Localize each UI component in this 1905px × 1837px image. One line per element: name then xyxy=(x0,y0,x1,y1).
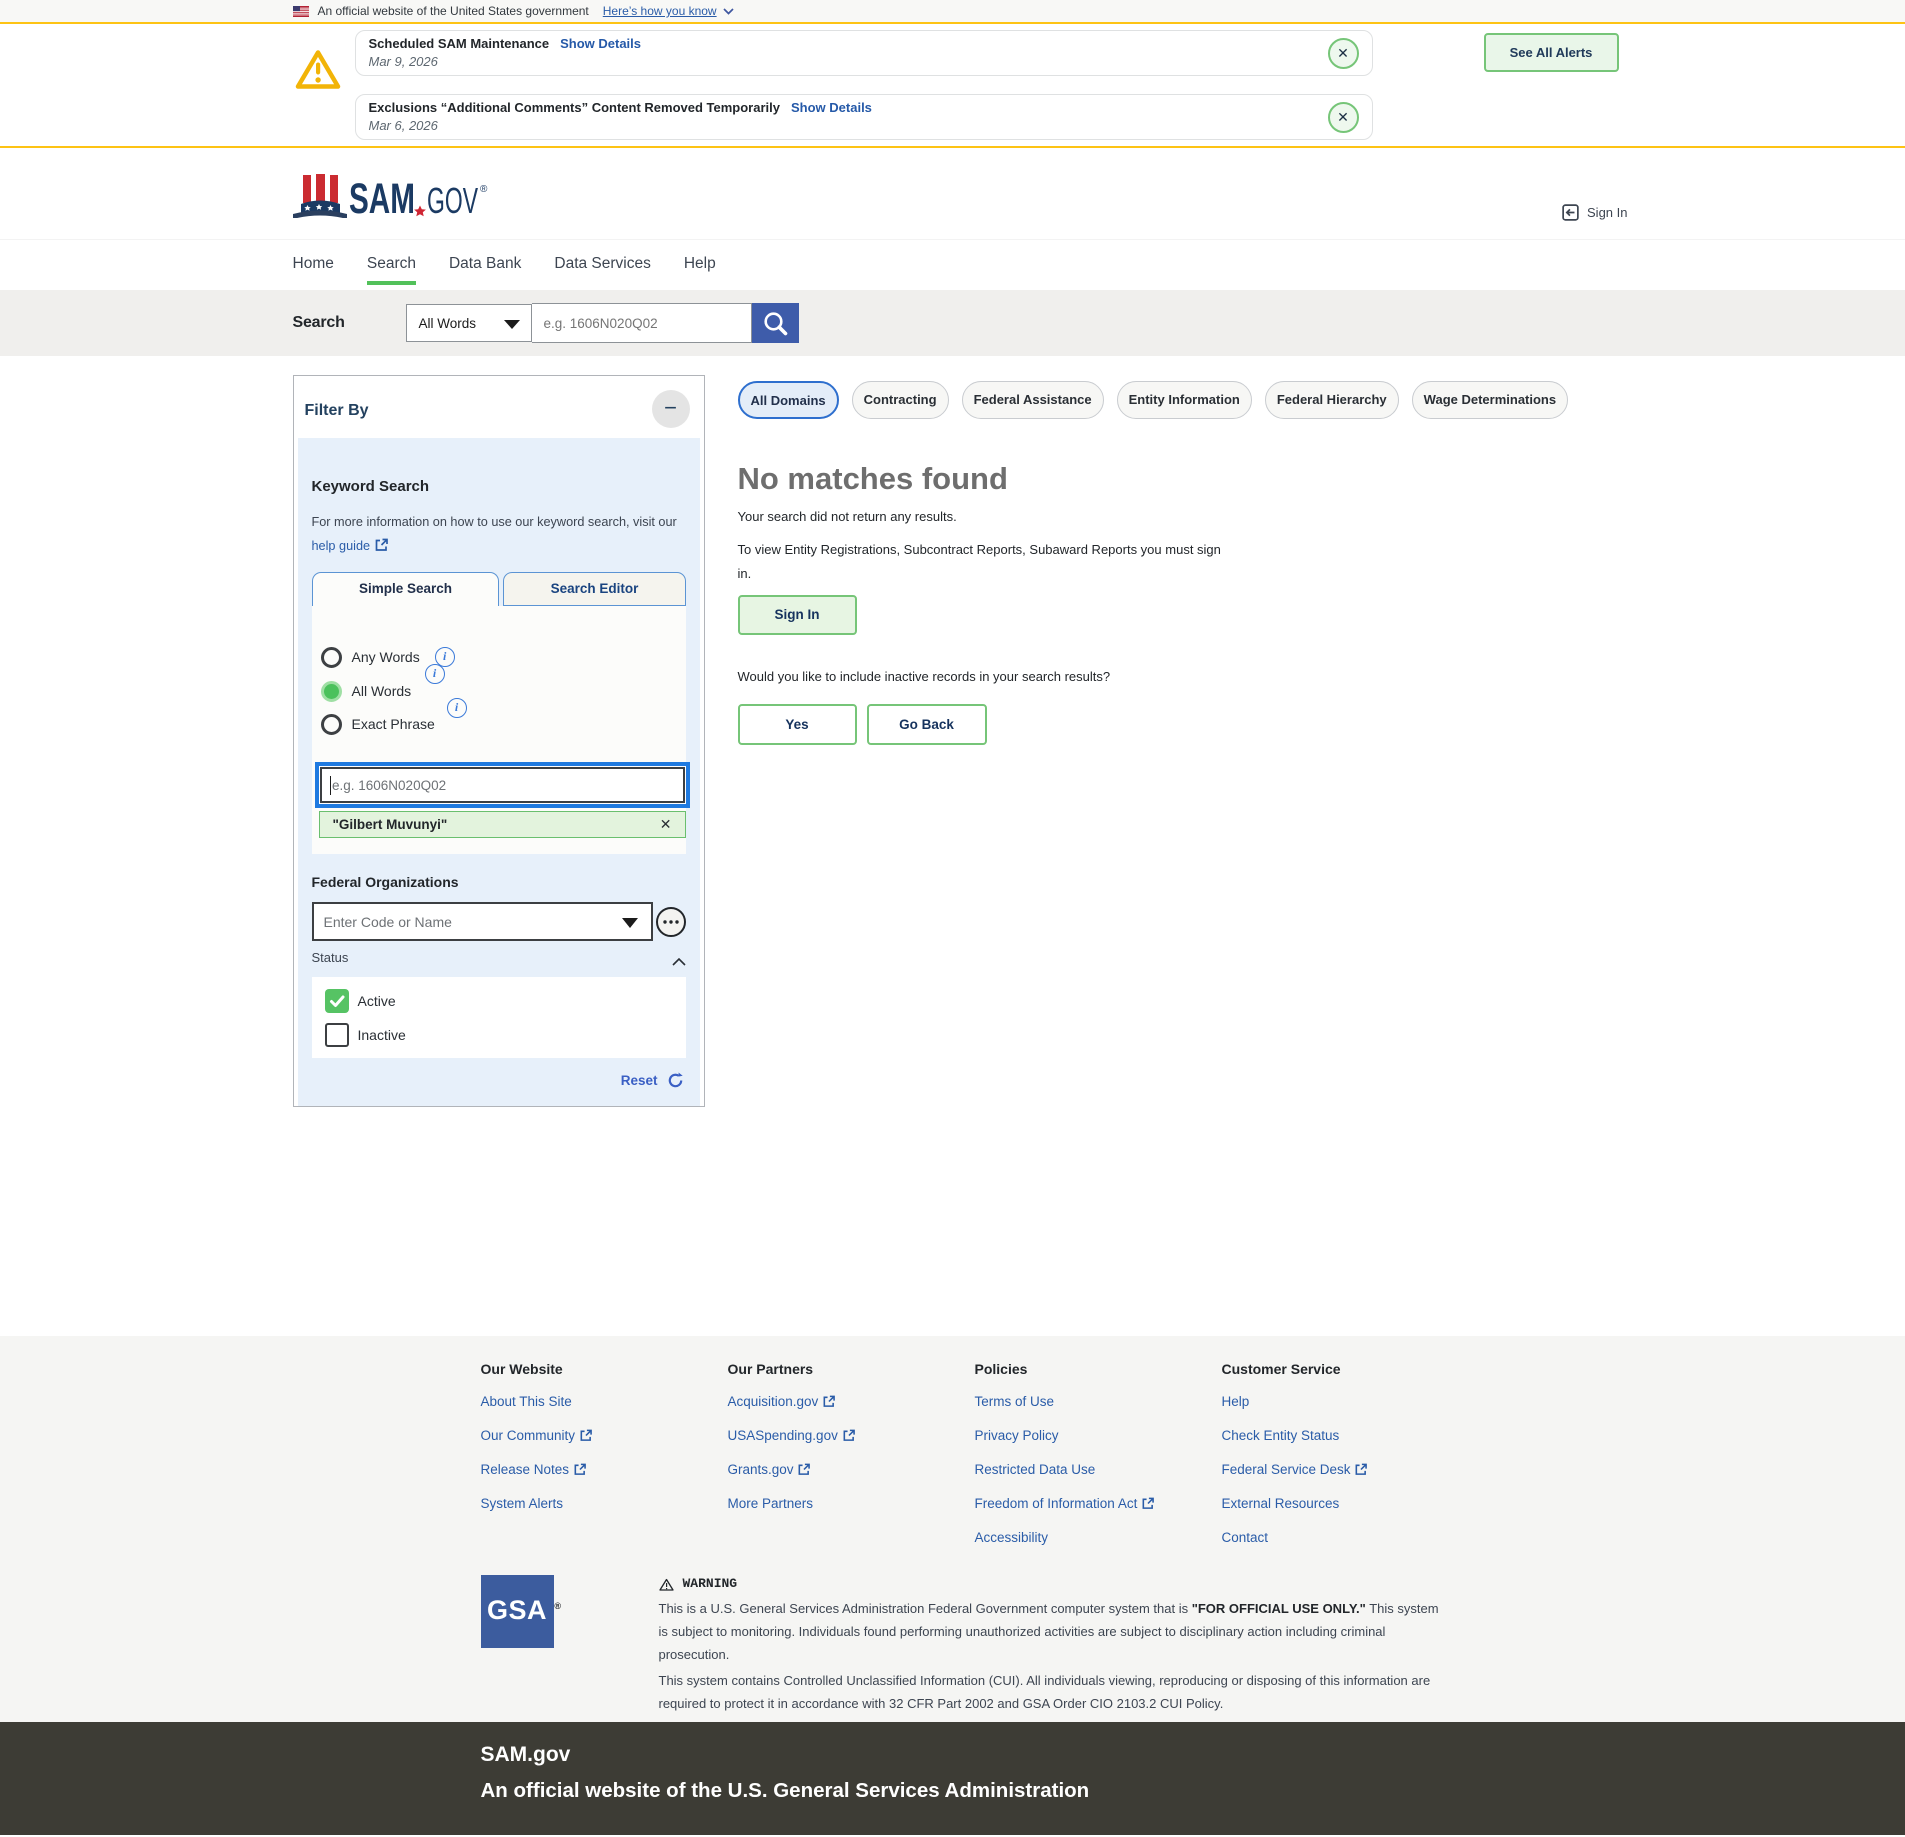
svg-text:GOV: GOV xyxy=(427,180,478,218)
svg-text:®: ® xyxy=(480,184,488,195)
svg-text:SAM: SAM xyxy=(349,175,415,218)
